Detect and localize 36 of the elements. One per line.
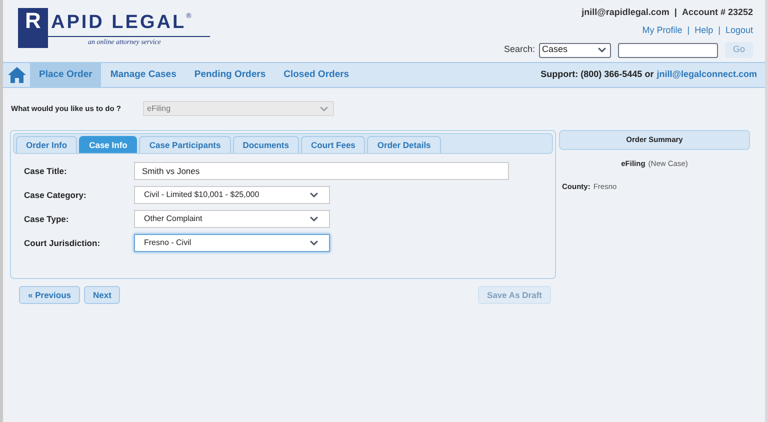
field-label: Court Jurisdiction: — [24, 236, 102, 250]
select-field[interactable]: Fresno - Civil — [134, 234, 330, 252]
support-email-link[interactable]: jnill@legalconnect.com — [656, 68, 757, 82]
account-number: Account # 23252 — [682, 6, 753, 19]
select-field[interactable]: Other Complaint — [134, 210, 330, 228]
user-email: jnill@rapidlegal.com — [582, 6, 670, 19]
header-link[interactable]: Help — [694, 24, 714, 37]
nav-tab[interactable]: Manage Cases — [101, 63, 186, 87]
field-label: Case Category: — [24, 188, 88, 202]
form-tab[interactable]: Court Fees — [301, 136, 366, 153]
logo-initial: R — [18, 8, 48, 48]
nav-button[interactable]: Next — [84, 286, 120, 304]
separator: | — [718, 24, 720, 37]
form-tab[interactable]: Documents — [232, 136, 299, 153]
field-label: Case Type: — [24, 212, 70, 226]
form-tab[interactable]: Order Info — [16, 136, 78, 153]
form-tab[interactable]: Order Details — [367, 136, 441, 153]
separator: | — [674, 6, 677, 19]
search-label: Search: — [504, 43, 535, 56]
text-field[interactable]: Smith vs Jones — [134, 162, 509, 180]
nav-tab[interactable]: Pending Orders — [185, 63, 275, 87]
field-label: Case Title: — [24, 164, 68, 178]
search-scope-select[interactable]: Cases — [539, 42, 611, 58]
select-field[interactable]: Civil - Limited $10,001 - $25,000 — [134, 186, 330, 204]
home-icon[interactable] — [6, 66, 26, 84]
support-text: Support: (800) 366-5445 or — [540, 68, 654, 82]
form-tab[interactable]: Case Participants — [139, 136, 231, 153]
header-link[interactable]: My Profile — [642, 24, 682, 37]
nav-tab[interactable]: Place Order — [30, 63, 102, 87]
header-link[interactable]: Logout — [725, 24, 753, 37]
separator: | — [687, 24, 690, 37]
search-field[interactable] — [618, 42, 718, 58]
nav-tab[interactable]: Closed Orders — [274, 63, 358, 87]
form-tab[interactable]: Case Info — [79, 136, 138, 153]
nav-button[interactable]: « Previous — [19, 286, 80, 304]
logo-text: APID LEGAL — [50, 13, 186, 32]
